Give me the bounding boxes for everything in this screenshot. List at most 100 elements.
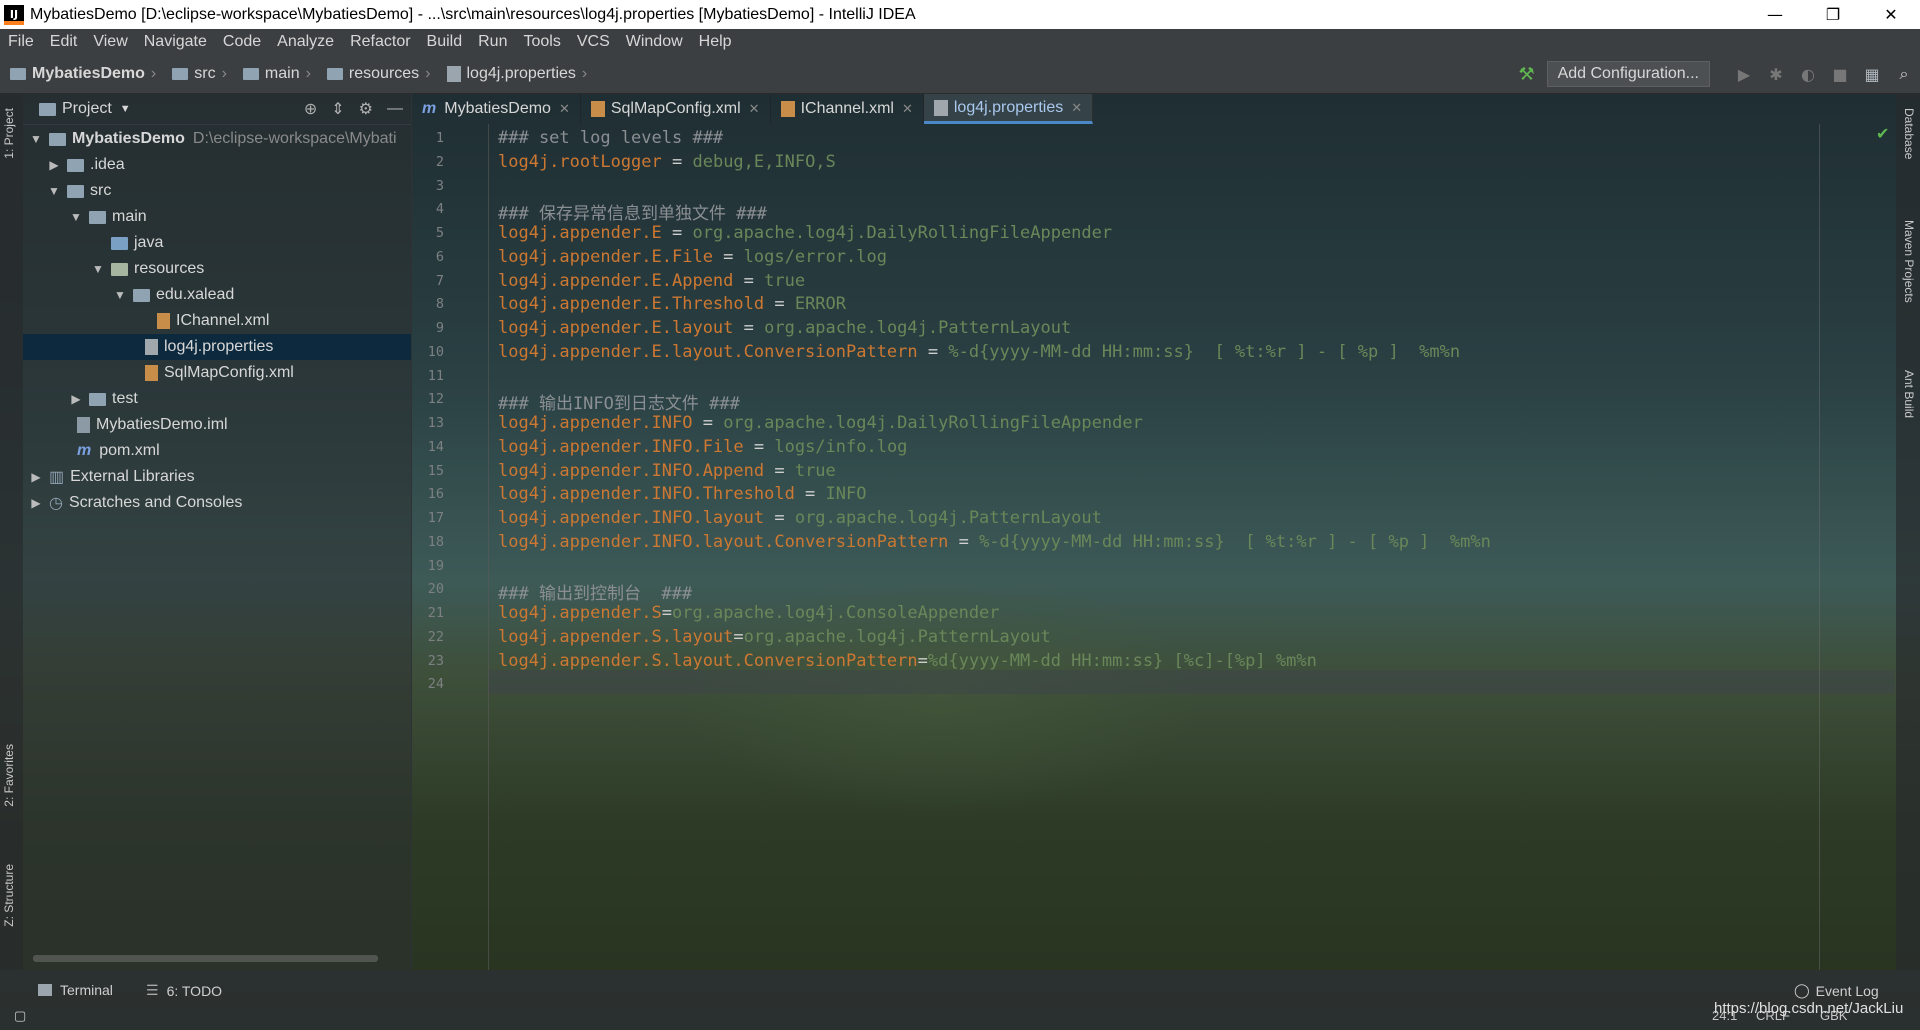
close-tab-icon[interactable]: ✕ xyxy=(559,101,570,117)
tab-log4j-properties[interactable]: log4j.properties ✕ xyxy=(923,94,1094,124)
project-view-selector[interactable]: Project xyxy=(62,100,112,118)
tree-item-mybatiesdemo-iml[interactable]: MybatiesDemo.iml xyxy=(77,412,228,438)
collapse-all-icon[interactable]: ⇕ xyxy=(331,99,344,119)
chevron-down-icon[interactable]: ▼ xyxy=(29,132,43,146)
close-button[interactable]: ✕ xyxy=(1862,0,1920,29)
menu-tools[interactable]: Tools xyxy=(515,33,568,51)
terminal-tab[interactable]: Terminal xyxy=(38,982,113,998)
tree-item-test[interactable]: ▶ test xyxy=(69,386,138,412)
restore-button[interactable]: ❐ xyxy=(1804,0,1862,29)
tab-favorites-tool[interactable]: 2: Favorites xyxy=(2,744,16,807)
chevron-right-icon[interactable]: ▶ xyxy=(69,392,83,406)
breadcrumb-resources[interactable]: resources › xyxy=(317,65,431,83)
stop-icon[interactable]: ■ xyxy=(1832,65,1848,84)
property-value: true xyxy=(764,270,806,291)
menu-navigate[interactable]: Navigate xyxy=(136,33,215,51)
menu-view[interactable]: View xyxy=(85,33,135,51)
tab-maven-tool[interactable]: Maven Projects xyxy=(1902,220,1916,303)
tab-ant-build-tool[interactable]: Ant Build xyxy=(1902,370,1916,418)
breadcrumb-main[interactable]: main › xyxy=(233,65,311,83)
tree-item-external-libraries[interactable]: ▶ ▥ External Libraries xyxy=(29,464,194,490)
tab-project-tool[interactable]: 1: Project xyxy=(2,108,16,159)
chevron-down-icon[interactable]: ▼ xyxy=(113,288,127,302)
menu-run[interactable]: Run xyxy=(470,33,515,51)
property-key: log4j.appender.INFO xyxy=(498,413,693,433)
menu-edit[interactable]: Edit xyxy=(42,33,86,51)
line-number: 24 xyxy=(427,676,444,693)
menu-analyze[interactable]: Analyze xyxy=(269,33,342,51)
tree-item-pom-xml[interactable]: m pom.xml xyxy=(77,438,160,464)
close-tab-icon[interactable]: ✕ xyxy=(902,101,913,117)
tab-sqlmapconfig-xml[interactable]: SqlMapConfig.xml ✕ xyxy=(581,94,771,124)
tree-item-idea[interactable]: ▶ .idea xyxy=(47,152,124,178)
search-icon[interactable]: ⌕ xyxy=(1896,64,1912,83)
tree-label: test xyxy=(112,390,138,407)
tab-structure-tool[interactable]: Z: Structure xyxy=(2,864,16,927)
chevron-down-icon[interactable]: ▼ xyxy=(91,262,105,276)
menu-code[interactable]: Code xyxy=(215,33,269,51)
package-folder-icon xyxy=(133,288,150,302)
inspection-ok-icon[interactable]: ✔ xyxy=(1876,124,1889,143)
property-value: %-d{yyyy-MM-dd HH:mm:ss} [ %t:%r ] - [ %… xyxy=(979,531,1491,552)
tree-item-ichannel-xml[interactable]: IChannel.xml xyxy=(157,308,269,334)
tree-item-mybatiesdemo[interactable]: ▼ MybatiesDemo D:\eclipse-workspace\Myba… xyxy=(29,126,397,152)
minimize-button[interactable]: — xyxy=(1746,0,1804,29)
tree-item-src[interactable]: ▼ src xyxy=(47,178,111,204)
code-line: log4j.appender.E.Threshold = ERROR xyxy=(498,294,846,314)
tab-ichannel-xml[interactable]: IChannel.xml ✕ xyxy=(771,94,924,124)
menu-build[interactable]: Build xyxy=(419,33,471,51)
assign-operator: = xyxy=(917,650,928,671)
tab-database-tool[interactable]: Database xyxy=(1902,108,1916,159)
chevron-down-icon[interactable]: ▼ xyxy=(120,103,131,115)
build-hammer-icon[interactable]: ⚒ xyxy=(1518,64,1534,85)
close-tab-icon[interactable]: ✕ xyxy=(749,101,760,117)
close-tab-icon[interactable]: ✕ xyxy=(1071,100,1082,116)
add-configuration-button[interactable]: Add Configuration... xyxy=(1546,61,1710,87)
menu-file[interactable]: File xyxy=(0,33,42,51)
todo-label: 6: TODO xyxy=(166,982,223,999)
line-number: 15 xyxy=(427,462,444,479)
chevron-down-icon[interactable]: ▼ xyxy=(69,210,83,224)
tree-item-edu-xalead[interactable]: ▼ edu.xalead xyxy=(113,282,234,308)
breadcrumb-file[interactable]: log4j.properties › xyxy=(437,65,587,83)
property-key: log4j.appender.S.layout xyxy=(498,626,734,647)
chevron-down-icon[interactable]: ▼ xyxy=(47,184,61,198)
menu-help[interactable]: Help xyxy=(691,33,740,51)
tree-item-resources[interactable]: ▼ resources xyxy=(91,256,204,282)
line-number: 14 xyxy=(427,438,444,455)
run-icon[interactable]: ▶ xyxy=(1736,65,1752,84)
tree-item-sqlmapconfig-xml[interactable]: SqlMapConfig.xml xyxy=(145,360,294,386)
assign-operator: = xyxy=(743,436,775,457)
tree-item-log4j-properties[interactable]: log4j.properties xyxy=(23,334,411,360)
project-structure-icon[interactable]: ▦ xyxy=(1864,65,1880,84)
tab-mybatiesdemo[interactable]: m MybatiesDemo ✕ xyxy=(412,94,581,124)
tree-item-main[interactable]: ▼ main xyxy=(69,204,147,230)
locate-icon[interactable]: ⊕ xyxy=(304,99,317,119)
breadcrumb-src[interactable]: src › xyxy=(162,65,227,83)
assign-operator: = xyxy=(733,626,744,647)
todo-tab[interactable]: ☰ 6: TODO xyxy=(146,982,222,999)
assign-operator: = xyxy=(764,508,795,528)
horizontal-scrollbar[interactable] xyxy=(33,955,378,962)
chevron-right-icon[interactable]: ▶ xyxy=(29,470,43,484)
properties-file-icon xyxy=(446,66,461,82)
source-folder-icon xyxy=(111,236,128,250)
chevron-right-icon[interactable]: ▶ xyxy=(47,158,61,172)
gear-icon[interactable]: ⚙ xyxy=(359,99,373,119)
menu-refactor[interactable]: Refactor xyxy=(342,33,418,51)
chevron-right-icon[interactable]: ▶ xyxy=(29,496,43,510)
code-line: ### 输出INFO到日志文件 ### xyxy=(498,389,740,414)
coverage-icon[interactable]: ◐ xyxy=(1800,65,1816,84)
tree-item-java[interactable]: java xyxy=(91,230,163,256)
hide-panel-icon[interactable]: — xyxy=(387,100,403,118)
debug-icon[interactable]: ✱ xyxy=(1768,65,1784,84)
line-number: 12 xyxy=(427,391,444,408)
property-key: log4j.appender.E.Threshold xyxy=(498,294,765,315)
tree-item-scratches[interactable]: ▶ ◷ Scratches and Consoles xyxy=(29,490,242,516)
menu-window[interactable]: Window xyxy=(618,33,691,51)
event-log-tab[interactable]: ◯ Event Log xyxy=(1794,982,1879,999)
breadcrumb-project[interactable]: MybatiesDemo › xyxy=(0,65,156,83)
toggle-tool-windows-icon[interactable]: ▢ xyxy=(14,1008,26,1024)
line-number: 3 xyxy=(435,177,444,194)
menu-vcs[interactable]: VCS xyxy=(569,33,618,51)
